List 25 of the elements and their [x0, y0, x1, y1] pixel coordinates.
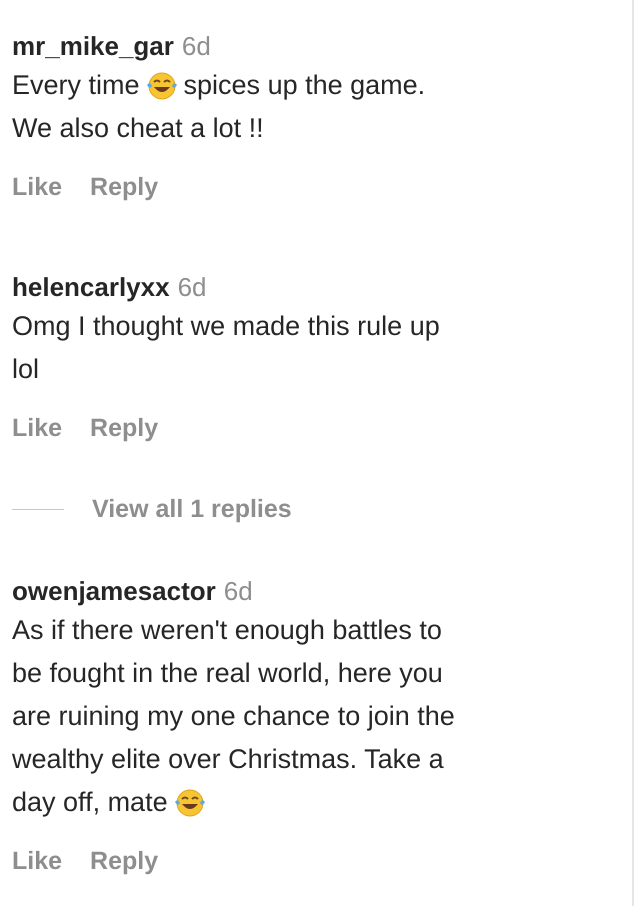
- like-button[interactable]: Like: [12, 846, 62, 876]
- username[interactable]: owenjamesactor: [12, 576, 216, 606]
- comment-text: Every time: [12, 70, 140, 101]
- username[interactable]: mr_mike_gar: [12, 30, 174, 62]
- laughing-emoji-icon: [174, 788, 206, 818]
- comment-time: 6d: [182, 30, 211, 62]
- reply-button[interactable]: Reply: [90, 414, 158, 442]
- view-replies-button[interactable]: View all 1 replies: [92, 494, 292, 524]
- comment-text: As if there weren't enough battles to: [12, 615, 442, 646]
- reply-button[interactable]: Reply: [90, 172, 158, 202]
- like-button[interactable]: Like: [12, 414, 62, 442]
- like-button[interactable]: Like: [12, 172, 62, 202]
- comment-time: 6d: [178, 272, 206, 302]
- reply-button[interactable]: Reply: [90, 846, 158, 876]
- comment-text: Omg I thought we made this rule up: [12, 311, 440, 342]
- comment-text: are ruining my one chance to join the: [12, 701, 455, 732]
- comment-text: lol: [12, 354, 40, 385]
- comment-time: 6d: [224, 576, 253, 606]
- comment-text: be fought in the real world, here you: [12, 658, 443, 689]
- comment-text: We also cheat a lot !!: [12, 113, 264, 144]
- laughing-emoji-icon: [146, 70, 178, 100]
- comment-text: spices up the game.: [184, 70, 426, 101]
- comment-text: wealthy elite over Christmas. Take a: [12, 744, 444, 775]
- comment-text: day off, mate: [12, 787, 168, 818]
- username[interactable]: helencarlyxx: [12, 272, 170, 302]
